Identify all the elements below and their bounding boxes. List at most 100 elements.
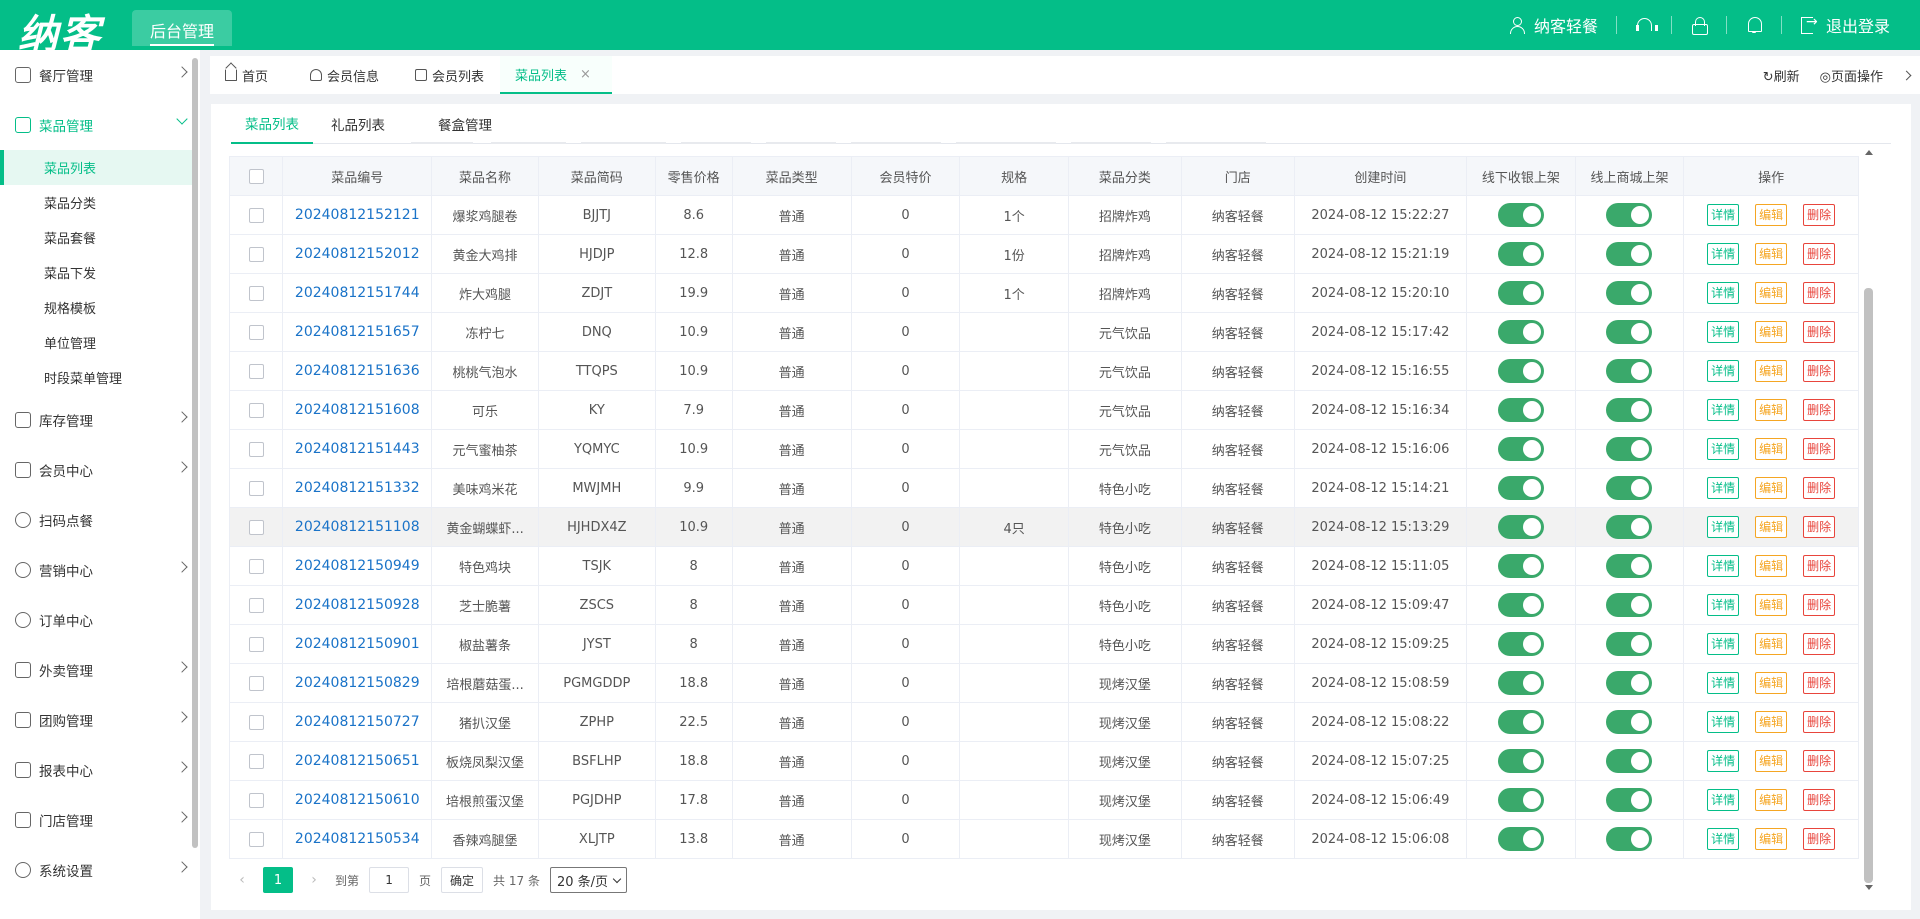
dish-code-link[interactable]: 20240812150534	[282, 819, 433, 859]
row-checkbox[interactable]	[248, 597, 264, 613]
delete-button[interactable]: 删除	[1803, 438, 1836, 460]
dish-code-link[interactable]: 20240812151443	[282, 429, 433, 469]
online-shelf-toggle[interactable]	[1606, 710, 1653, 734]
row-checkbox[interactable]	[248, 402, 264, 418]
row-checkbox[interactable]	[248, 207, 264, 223]
dish-code-link[interactable]: 20240812150651	[282, 741, 433, 781]
edit-button[interactable]: 编辑	[1755, 282, 1788, 304]
detail-button[interactable]: 详情	[1707, 516, 1740, 538]
dish-code-link[interactable]: 20240812152121	[282, 195, 433, 235]
table-row[interactable]: 20240812150949 特色鸡块 TSJK 8 普通 0 特色小吃 纳客轻餐 2024-0…	[228, 546, 1859, 586]
row-checkbox[interactable]	[248, 324, 264, 340]
offline-shelf-toggle[interactable]	[1497, 554, 1544, 578]
sidebar-item-settings[interactable]: 系统设置	[0, 850, 192, 890]
sidebar-sub-dish-distribute[interactable]: 菜品下发	[0, 255, 192, 290]
edit-button[interactable]: 编辑	[1755, 243, 1788, 265]
scroll-thumb[interactable]	[1864, 288, 1873, 883]
goto-page-input[interactable]: 1	[369, 867, 410, 893]
scroll-up-icon[interactable]	[1865, 150, 1873, 155]
online-shelf-toggle[interactable]	[1606, 593, 1653, 617]
table-row[interactable]: 20240812151108 黄金蝴蝶虾... HJHDX4Z 10.9 普通 0 4只 特色…	[228, 507, 1859, 547]
offline-shelf-toggle[interactable]	[1497, 515, 1544, 539]
detail-button[interactable]: 详情	[1707, 555, 1740, 577]
edit-button[interactable]: 编辑	[1755, 438, 1788, 460]
table-row[interactable]: 20240812150901 椒盐薯条 JYST 8 普通 0 特色小吃 纳客轻餐 2024-0…	[228, 624, 1859, 664]
offline-shelf-toggle[interactable]	[1497, 281, 1544, 305]
edit-button[interactable]: 编辑	[1755, 711, 1788, 733]
delete-button[interactable]: 删除	[1803, 399, 1836, 421]
online-shelf-toggle[interactable]	[1606, 437, 1653, 461]
online-shelf-toggle[interactable]	[1606, 281, 1653, 305]
prev-page-icon[interactable]: ‹	[231, 872, 253, 888]
online-shelf-toggle[interactable]	[1606, 476, 1653, 500]
sidebar-sub-dish-category[interactable]: 菜品分类	[0, 185, 192, 220]
tab-member-info[interactable]: 会员信息	[310, 56, 379, 94]
subtab-box-manage[interactable]: 餐盒管理	[438, 104, 492, 144]
detail-button[interactable]: 详情	[1707, 672, 1740, 694]
subtab-gift-list[interactable]: 礼品列表	[331, 104, 385, 144]
detail-button[interactable]: 详情	[1707, 438, 1740, 460]
delete-button[interactable]: 删除	[1803, 711, 1836, 733]
subtab-dish-list[interactable]: 菜品列表	[231, 104, 313, 144]
edit-button[interactable]: 编辑	[1755, 555, 1788, 577]
row-checkbox[interactable]	[248, 675, 264, 691]
headset-icon[interactable]	[1635, 16, 1658, 34]
detail-button[interactable]: 详情	[1707, 828, 1740, 850]
dish-code-link[interactable]: 20240812151108	[282, 507, 433, 547]
delete-button[interactable]: 删除	[1803, 633, 1836, 655]
edit-button[interactable]: 编辑	[1755, 789, 1788, 811]
delete-button[interactable]: 删除	[1803, 828, 1836, 850]
refresh-button[interactable]: ↻刷新	[1763, 66, 1800, 85]
page-size-select[interactable]: 20 条/页	[549, 867, 628, 893]
table-row[interactable]: 20240812151608 可乐 KY 7.9 普通 0 元气饮品 纳客轻餐 2024-08-…	[228, 390, 1859, 430]
detail-button[interactable]: 详情	[1707, 282, 1740, 304]
dish-code-link[interactable]: 20240812150829	[282, 663, 433, 703]
sidebar-sub-time-menu[interactable]: 时段菜单管理	[0, 360, 192, 395]
bell-icon[interactable]	[1745, 16, 1763, 34]
admin-tab[interactable]: 后台管理	[132, 10, 232, 46]
offline-shelf-toggle[interactable]	[1497, 359, 1544, 383]
edit-button[interactable]: 编辑	[1755, 360, 1788, 382]
delete-button[interactable]: 删除	[1803, 282, 1836, 304]
edit-button[interactable]: 编辑	[1755, 750, 1788, 772]
offline-shelf-toggle[interactable]	[1497, 671, 1544, 695]
row-checkbox[interactable]	[248, 363, 264, 379]
sidebar-item-orders[interactable]: 订单中心	[0, 600, 192, 640]
table-row[interactable]: 20240812151636 桃桃气泡水 TTQPS 10.9 普通 0 元气饮品 纳客轻餐 2…	[228, 351, 1859, 391]
edit-button[interactable]: 编辑	[1755, 828, 1788, 850]
detail-button[interactable]: 详情	[1707, 750, 1740, 772]
table-scrollbar[interactable]	[1864, 150, 1873, 890]
sidebar-item-reports[interactable]: 报表中心	[0, 750, 192, 790]
table-row[interactable]: 20240812150534 香辣鸡腿堡 XLJTP 13.8 普通 0 现烤汉堡 纳客轻餐 2…	[228, 819, 1859, 859]
delete-button[interactable]: 删除	[1803, 477, 1836, 499]
row-checkbox[interactable]	[248, 480, 264, 496]
dish-code-link[interactable]: 20240812150949	[282, 546, 433, 586]
sidebar-scrollbar[interactable]	[192, 58, 198, 848]
offline-shelf-toggle[interactable]	[1497, 437, 1544, 461]
dish-code-link[interactable]: 20240812152012	[282, 234, 433, 274]
detail-button[interactable]: 详情	[1707, 477, 1740, 499]
offline-shelf-toggle[interactable]	[1497, 476, 1544, 500]
logout-button[interactable]: 退出登录	[1800, 13, 1890, 37]
sidebar-item-members[interactable]: 会员中心	[0, 450, 192, 490]
online-shelf-toggle[interactable]	[1606, 398, 1653, 422]
edit-button[interactable]: 编辑	[1755, 399, 1788, 421]
row-checkbox[interactable]	[248, 636, 264, 652]
sidebar-sub-dish-list[interactable]: 菜品列表	[0, 150, 192, 185]
offline-shelf-toggle[interactable]	[1497, 203, 1544, 227]
delete-button[interactable]: 删除	[1803, 789, 1836, 811]
detail-button[interactable]: 详情	[1707, 321, 1740, 343]
table-row[interactable]: 20240812152121 爆浆鸡腿卷 BJJTJ 8.6 普通 0 1个 招牌炸鸡 纳客轻餐…	[228, 195, 1859, 235]
dish-code-link[interactable]: 20240812151636	[282, 351, 433, 391]
table-row[interactable]: 20240812151744 炸大鸡腿 ZDJT 19.9 普通 0 1个 招牌炸鸡 纳客轻餐 2…	[228, 273, 1859, 313]
dish-code-link[interactable]: 20240812151657	[282, 312, 433, 352]
online-shelf-toggle[interactable]	[1606, 554, 1653, 578]
offline-shelf-toggle[interactable]	[1497, 788, 1544, 812]
user-menu[interactable]: 纳客轻餐	[1508, 13, 1598, 37]
table-row[interactable]: 20240812150651 板烧凤梨汉堡 BSFLHP 18.8 普通 0 现烤汉堡 纳客轻…	[228, 741, 1859, 781]
delete-button[interactable]: 删除	[1803, 555, 1836, 577]
offline-shelf-toggle[interactable]	[1497, 710, 1544, 734]
edit-button[interactable]: 编辑	[1755, 672, 1788, 694]
row-checkbox[interactable]	[248, 441, 264, 457]
detail-button[interactable]: 详情	[1707, 204, 1740, 226]
